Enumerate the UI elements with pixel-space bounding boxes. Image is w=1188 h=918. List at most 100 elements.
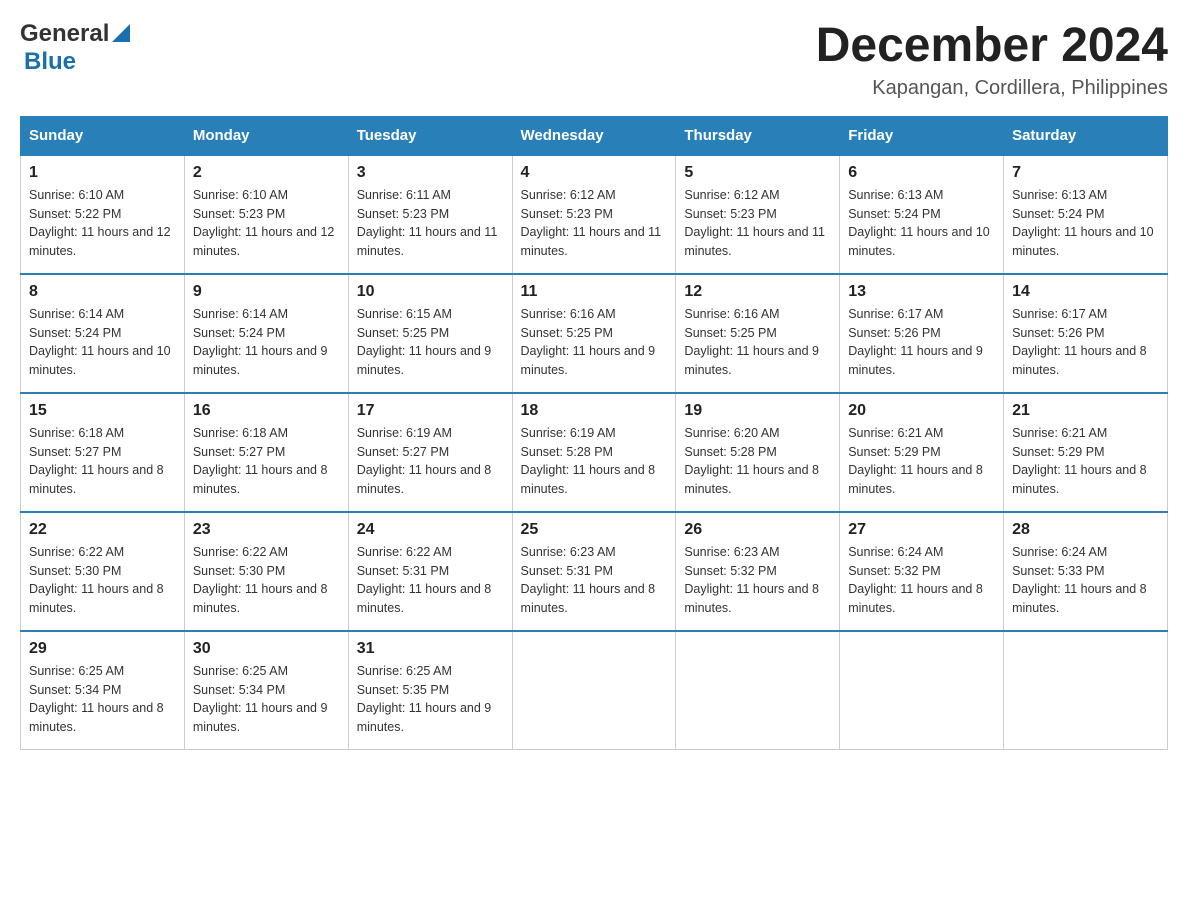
day-number: 14 xyxy=(1012,283,1159,301)
day-info: Sunrise: 6:17 AMSunset: 5:26 PMDaylight:… xyxy=(1012,305,1159,380)
day-info: Sunrise: 6:16 AMSunset: 5:25 PMDaylight:… xyxy=(684,305,831,380)
calendar-cell: 16Sunrise: 6:18 AMSunset: 5:27 PMDayligh… xyxy=(184,393,348,512)
calendar-cell: 24Sunrise: 6:22 AMSunset: 5:31 PMDayligh… xyxy=(348,512,512,631)
day-number: 1 xyxy=(29,164,176,182)
day-number: 19 xyxy=(684,402,831,420)
calendar-cell: 18 Sunrise: 6:19 AMSunset: 5:28 PMDayligh… xyxy=(512,393,676,512)
calendar-cell xyxy=(512,631,676,750)
day-number: 26 xyxy=(684,521,831,539)
title-block: December 2024 Kapangan, Cordillera, Phil… xyxy=(816,20,1168,100)
calendar-cell: 12Sunrise: 6:16 AMSunset: 5:25 PMDayligh… xyxy=(676,274,840,393)
day-info: Sunrise: 6:20 AMSunset: 5:28 PMDaylight:… xyxy=(684,424,831,499)
day-header-monday: Monday xyxy=(184,116,348,155)
day-number: 15 xyxy=(29,402,176,420)
calendar-cell: 29 Sunrise: 6:25 AMSunset: 5:34 PMDayligh… xyxy=(21,631,185,750)
day-number: 9 xyxy=(193,283,340,301)
day-number: 13 xyxy=(848,283,995,301)
calendar-cell xyxy=(676,631,840,750)
calendar-cell: 2Sunrise: 6:10 AMSunset: 5:23 PMDaylight… xyxy=(184,155,348,274)
day-header-wednesday: Wednesday xyxy=(512,116,676,155)
day-info: Sunrise: 6:10 AMSunset: 5:22 PMDaylight:… xyxy=(29,186,176,261)
calendar-cell: 1 Sunrise: 6:10 AMSunset: 5:22 PMDaylight… xyxy=(21,155,185,274)
calendar-table: SundayMondayTuesdayWednesdayThursdayFrid… xyxy=(20,116,1168,750)
calendar-cell: 22 Sunrise: 6:22 AMSunset: 5:30 PMDayligh… xyxy=(21,512,185,631)
day-info: Sunrise: 6:19 AMSunset: 5:28 PMDaylight:… xyxy=(521,424,668,499)
calendar-cell: 23 Sunrise: 6:22 AMSunset: 5:30 PMDayligh… xyxy=(184,512,348,631)
day-info: Sunrise: 6:13 AMSunset: 5:24 PMDaylight:… xyxy=(848,186,995,261)
logo-triangle-icon xyxy=(112,24,130,42)
day-number: 11 xyxy=(521,283,668,301)
day-number: 30 xyxy=(193,640,340,658)
day-info: Sunrise: 6:23 AMSunset: 5:31 PMDaylight:… xyxy=(521,543,668,618)
day-info: Sunrise: 6:22 AMSunset: 5:30 PMDaylight:… xyxy=(193,543,340,618)
day-info: Sunrise: 6:23 AMSunset: 5:32 PMDaylight:… xyxy=(684,543,831,618)
day-info: Sunrise: 6:25 AMSunset: 5:35 PMDaylight:… xyxy=(357,662,504,737)
calendar-cell: 13 Sunrise: 6:17 AMSunset: 5:26 PMDayligh… xyxy=(840,274,1004,393)
day-info: Sunrise: 6:14 AMSunset: 5:24 PMDaylight:… xyxy=(29,305,176,380)
calendar-week-row: 1 Sunrise: 6:10 AMSunset: 5:22 PMDaylight… xyxy=(21,155,1168,274)
day-number: 20 xyxy=(848,402,995,420)
calendar-cell: 21 Sunrise: 6:21 AMSunset: 5:29 PMDayligh… xyxy=(1004,393,1168,512)
day-number: 27 xyxy=(848,521,995,539)
day-info: Sunrise: 6:17 AMSunset: 5:26 PMDaylight:… xyxy=(848,305,995,380)
day-number: 3 xyxy=(357,164,504,182)
calendar-cell: 31 Sunrise: 6:25 AMSunset: 5:35 PMDayligh… xyxy=(348,631,512,750)
day-number: 4 xyxy=(521,164,668,182)
calendar-cell: 27 Sunrise: 6:24 AMSunset: 5:32 PMDayligh… xyxy=(840,512,1004,631)
calendar-cell: 5Sunrise: 6:12 AMSunset: 5:23 PMDaylight… xyxy=(676,155,840,274)
day-number: 21 xyxy=(1012,402,1159,420)
calendar-cell: 10 Sunrise: 6:15 AMSunset: 5:25 PMDayligh… xyxy=(348,274,512,393)
calendar-cell: 17Sunrise: 6:19 AMSunset: 5:27 PMDayligh… xyxy=(348,393,512,512)
calendar-cell: 9 Sunrise: 6:14 AMSunset: 5:24 PMDaylight… xyxy=(184,274,348,393)
calendar-cell: 7 Sunrise: 6:13 AMSunset: 5:24 PMDaylight… xyxy=(1004,155,1168,274)
day-number: 7 xyxy=(1012,164,1159,182)
day-info: Sunrise: 6:13 AMSunset: 5:24 PMDaylight:… xyxy=(1012,186,1159,261)
day-info: Sunrise: 6:16 AMSunset: 5:25 PMDaylight:… xyxy=(521,305,668,380)
day-info: Sunrise: 6:22 AMSunset: 5:30 PMDaylight:… xyxy=(29,543,176,618)
calendar-cell: 14 Sunrise: 6:17 AMSunset: 5:26 PMDayligh… xyxy=(1004,274,1168,393)
day-number: 29 xyxy=(29,640,176,658)
day-number: 2 xyxy=(193,164,340,182)
calendar-cell: 15 Sunrise: 6:18 AMSunset: 5:27 PMDayligh… xyxy=(21,393,185,512)
calendar-week-row: 8 Sunrise: 6:14 AMSunset: 5:24 PMDaylight… xyxy=(21,274,1168,393)
calendar-header-row: SundayMondayTuesdayWednesdayThursdayFrid… xyxy=(21,116,1168,155)
day-number: 10 xyxy=(357,283,504,301)
calendar-cell: 8 Sunrise: 6:14 AMSunset: 5:24 PMDaylight… xyxy=(21,274,185,393)
day-header-friday: Friday xyxy=(840,116,1004,155)
calendar-cell: 11 Sunrise: 6:16 AMSunset: 5:25 PMDayligh… xyxy=(512,274,676,393)
day-info: Sunrise: 6:12 AMSunset: 5:23 PMDaylight:… xyxy=(521,186,668,261)
calendar-cell: 20 Sunrise: 6:21 AMSunset: 5:29 PMDayligh… xyxy=(840,393,1004,512)
day-number: 8 xyxy=(29,283,176,301)
day-info: Sunrise: 6:12 AMSunset: 5:23 PMDaylight:… xyxy=(684,186,831,261)
page-header: General Blue December 2024 Kapangan, Cor… xyxy=(20,20,1168,100)
calendar-cell: 28 Sunrise: 6:24 AMSunset: 5:33 PMDayligh… xyxy=(1004,512,1168,631)
day-info: Sunrise: 6:25 AMSunset: 5:34 PMDaylight:… xyxy=(193,662,340,737)
day-info: Sunrise: 6:19 AMSunset: 5:27 PMDaylight:… xyxy=(357,424,504,499)
day-info: Sunrise: 6:15 AMSunset: 5:25 PMDaylight:… xyxy=(357,305,504,380)
calendar-cell: 3Sunrise: 6:11 AMSunset: 5:23 PMDaylight… xyxy=(348,155,512,274)
calendar-week-row: 22 Sunrise: 6:22 AMSunset: 5:30 PMDayligh… xyxy=(21,512,1168,631)
day-number: 22 xyxy=(29,521,176,539)
calendar-cell: 4 Sunrise: 6:12 AMSunset: 5:23 PMDaylight… xyxy=(512,155,676,274)
day-info: Sunrise: 6:21 AMSunset: 5:29 PMDaylight:… xyxy=(1012,424,1159,499)
day-number: 16 xyxy=(193,402,340,420)
day-info: Sunrise: 6:24 AMSunset: 5:33 PMDaylight:… xyxy=(1012,543,1159,618)
logo-general-text: General xyxy=(20,20,109,48)
calendar-cell: 26 Sunrise: 6:23 AMSunset: 5:32 PMDayligh… xyxy=(676,512,840,631)
day-info: Sunrise: 6:14 AMSunset: 5:24 PMDaylight:… xyxy=(193,305,340,380)
day-number: 24 xyxy=(357,521,504,539)
day-header-sunday: Sunday xyxy=(21,116,185,155)
day-number: 23 xyxy=(193,521,340,539)
day-info: Sunrise: 6:24 AMSunset: 5:32 PMDaylight:… xyxy=(848,543,995,618)
calendar-cell: 25Sunrise: 6:23 AMSunset: 5:31 PMDayligh… xyxy=(512,512,676,631)
calendar-cell xyxy=(840,631,1004,750)
day-number: 6 xyxy=(848,164,995,182)
day-number: 28 xyxy=(1012,521,1159,539)
day-number: 31 xyxy=(357,640,504,658)
day-number: 18 xyxy=(521,402,668,420)
day-info: Sunrise: 6:18 AMSunset: 5:27 PMDaylight:… xyxy=(29,424,176,499)
day-info: Sunrise: 6:25 AMSunset: 5:34 PMDaylight:… xyxy=(29,662,176,737)
location-subtitle: Kapangan, Cordillera, Philippines xyxy=(816,77,1168,100)
calendar-cell: 30 Sunrise: 6:25 AMSunset: 5:34 PMDayligh… xyxy=(184,631,348,750)
day-info: Sunrise: 6:21 AMSunset: 5:29 PMDaylight:… xyxy=(848,424,995,499)
